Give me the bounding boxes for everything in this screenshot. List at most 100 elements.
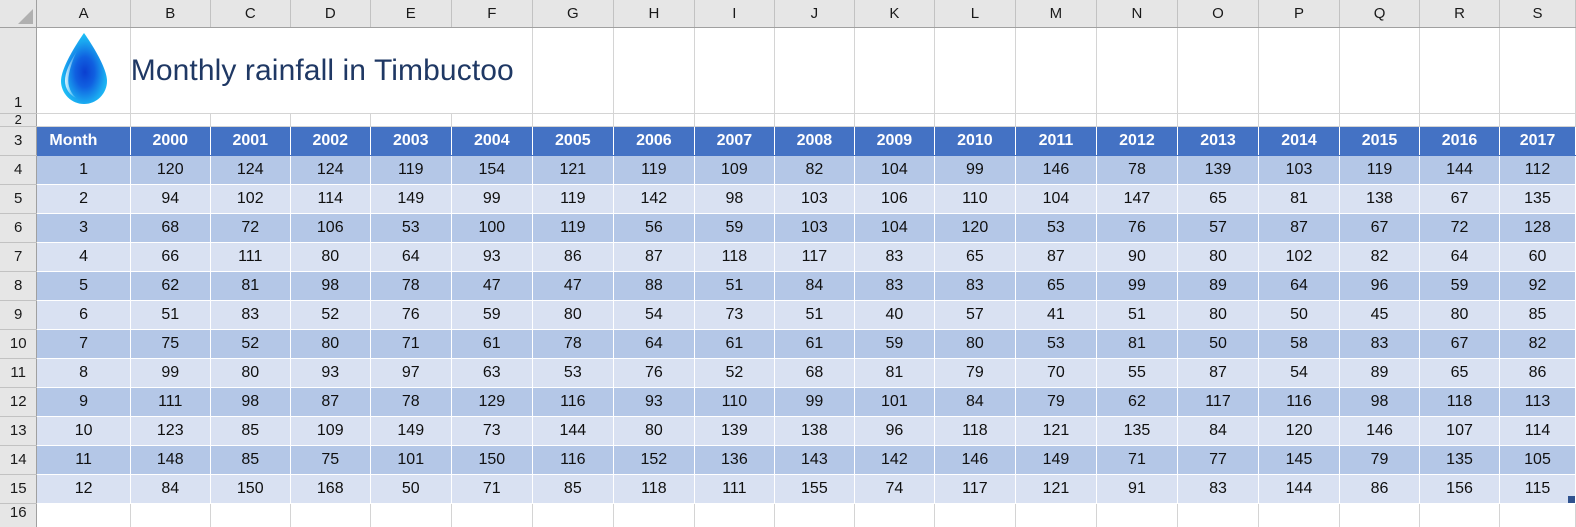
- table-header-2007[interactable]: 2007: [694, 126, 775, 156]
- cell-j14[interactable]: 143: [774, 445, 855, 475]
- column-header-m[interactable]: M: [1015, 0, 1097, 28]
- cell-b6[interactable]: 68: [130, 213, 211, 243]
- cell-k7[interactable]: 83: [854, 242, 935, 272]
- cell-o9[interactable]: 80: [1177, 300, 1260, 330]
- cell-d9[interactable]: 52: [290, 300, 371, 330]
- cell-c4[interactable]: 124: [210, 155, 291, 185]
- cell-d8[interactable]: 98: [290, 271, 371, 301]
- table-header-2012[interactable]: 2012: [1096, 126, 1178, 156]
- cell-m7[interactable]: 87: [1015, 242, 1097, 272]
- cell-p11[interactable]: 54: [1258, 358, 1341, 388]
- cell-h8[interactable]: 88: [613, 271, 695, 301]
- cell-l1[interactable]: [934, 27, 1016, 114]
- cell-f14[interactable]: 150: [451, 445, 533, 475]
- cell-o8[interactable]: 89: [1177, 271, 1260, 301]
- cell-k4[interactable]: 104: [854, 155, 935, 185]
- column-header-p[interactable]: P: [1258, 0, 1341, 28]
- cell-i1[interactable]: [694, 27, 775, 114]
- cell-n16[interactable]: [1096, 503, 1178, 527]
- column-header-c[interactable]: C: [210, 0, 291, 28]
- cell-d12[interactable]: 87: [290, 387, 371, 417]
- cell-n15[interactable]: 91: [1096, 474, 1178, 504]
- table-header-2016[interactable]: 2016: [1419, 126, 1501, 156]
- column-header-r[interactable]: R: [1419, 0, 1501, 28]
- cell-m15[interactable]: 121: [1015, 474, 1097, 504]
- cell-a5[interactable]: 2: [36, 184, 131, 214]
- cell-c5[interactable]: 102: [210, 184, 291, 214]
- row-header-14[interactable]: 14: [0, 445, 38, 475]
- cell-g4[interactable]: 121: [532, 155, 614, 185]
- table-header-month[interactable]: Month: [36, 126, 131, 156]
- cell-q12[interactable]: 98: [1339, 387, 1421, 417]
- cell-b5[interactable]: 94: [130, 184, 211, 214]
- cell-k8[interactable]: 83: [854, 271, 935, 301]
- cell-i9[interactable]: 73: [694, 300, 775, 330]
- cell-o16[interactable]: [1177, 503, 1260, 527]
- cell-i16[interactable]: [694, 503, 775, 527]
- row-header-13[interactable]: 13: [0, 416, 38, 446]
- row-header-4[interactable]: 4: [0, 155, 38, 185]
- column-header-k[interactable]: K: [854, 0, 935, 28]
- cell-a11[interactable]: 8: [36, 358, 131, 388]
- cell-a4[interactable]: 1: [36, 155, 131, 185]
- cell-c12[interactable]: 98: [210, 387, 291, 417]
- cell-k13[interactable]: 96: [854, 416, 935, 446]
- cell-c10[interactable]: 52: [210, 329, 291, 359]
- cell-r11[interactable]: 65: [1419, 358, 1501, 388]
- cell-b9[interactable]: 51: [130, 300, 211, 330]
- cell-l12[interactable]: 84: [934, 387, 1016, 417]
- cell-f5[interactable]: 99: [451, 184, 533, 214]
- cell-d6[interactable]: 106: [290, 213, 371, 243]
- cell-s7[interactable]: 60: [1499, 242, 1576, 272]
- column-header-f[interactable]: F: [451, 0, 533, 28]
- cell-c6[interactable]: 72: [210, 213, 291, 243]
- cell-d13[interactable]: 109: [290, 416, 371, 446]
- cell-f9[interactable]: 59: [451, 300, 533, 330]
- cell-f4[interactable]: 154: [451, 155, 533, 185]
- cell-q16[interactable]: [1339, 503, 1421, 527]
- cell-g2[interactable]: [532, 113, 614, 127]
- cell-m1[interactable]: [1015, 27, 1097, 114]
- cell-s14[interactable]: 105: [1499, 445, 1576, 475]
- cell-h10[interactable]: 64: [613, 329, 695, 359]
- cell-g5[interactable]: 119: [532, 184, 614, 214]
- row-header-2[interactable]: 2: [0, 113, 38, 127]
- cell-g11[interactable]: 53: [532, 358, 614, 388]
- cell-i4[interactable]: 109: [694, 155, 775, 185]
- cell-q4[interactable]: 119: [1339, 155, 1421, 185]
- cell-r9[interactable]: 80: [1419, 300, 1501, 330]
- cell-n11[interactable]: 55: [1096, 358, 1178, 388]
- cell-c15[interactable]: 150: [210, 474, 291, 504]
- table-header-2002[interactable]: 2002: [290, 126, 371, 156]
- cell-d14[interactable]: 75: [290, 445, 371, 475]
- cell-i6[interactable]: 59: [694, 213, 775, 243]
- cell-s4[interactable]: 112: [1499, 155, 1576, 185]
- cell-k16[interactable]: [854, 503, 935, 527]
- column-header-d[interactable]: D: [290, 0, 371, 28]
- cell-n10[interactable]: 81: [1096, 329, 1178, 359]
- row-header-7[interactable]: 7: [0, 242, 38, 272]
- cell-q15[interactable]: 86: [1339, 474, 1421, 504]
- cell-j13[interactable]: 138: [774, 416, 855, 446]
- table-header-2000[interactable]: 2000: [130, 126, 211, 156]
- cell-n2[interactable]: [1096, 113, 1178, 127]
- cell-s8[interactable]: 92: [1499, 271, 1576, 301]
- cell-q14[interactable]: 79: [1339, 445, 1421, 475]
- cell-o12[interactable]: 117: [1177, 387, 1260, 417]
- cell-r6[interactable]: 72: [1419, 213, 1501, 243]
- select-all-corner[interactable]: [0, 0, 38, 28]
- cell-p5[interactable]: 81: [1258, 184, 1341, 214]
- cell-r14[interactable]: 135: [1419, 445, 1501, 475]
- cell-f11[interactable]: 63: [451, 358, 533, 388]
- cell-b2[interactable]: [130, 113, 211, 127]
- cell-q9[interactable]: 45: [1339, 300, 1421, 330]
- cell-a6[interactable]: 3: [36, 213, 131, 243]
- cell-p9[interactable]: 50: [1258, 300, 1341, 330]
- cell-g7[interactable]: 86: [532, 242, 614, 272]
- cell-j11[interactable]: 68: [774, 358, 855, 388]
- cell-e15[interactable]: 50: [370, 474, 452, 504]
- cell-q5[interactable]: 138: [1339, 184, 1421, 214]
- cell-q8[interactable]: 96: [1339, 271, 1421, 301]
- row-header-11[interactable]: 11: [0, 358, 38, 388]
- cell-k14[interactable]: 142: [854, 445, 935, 475]
